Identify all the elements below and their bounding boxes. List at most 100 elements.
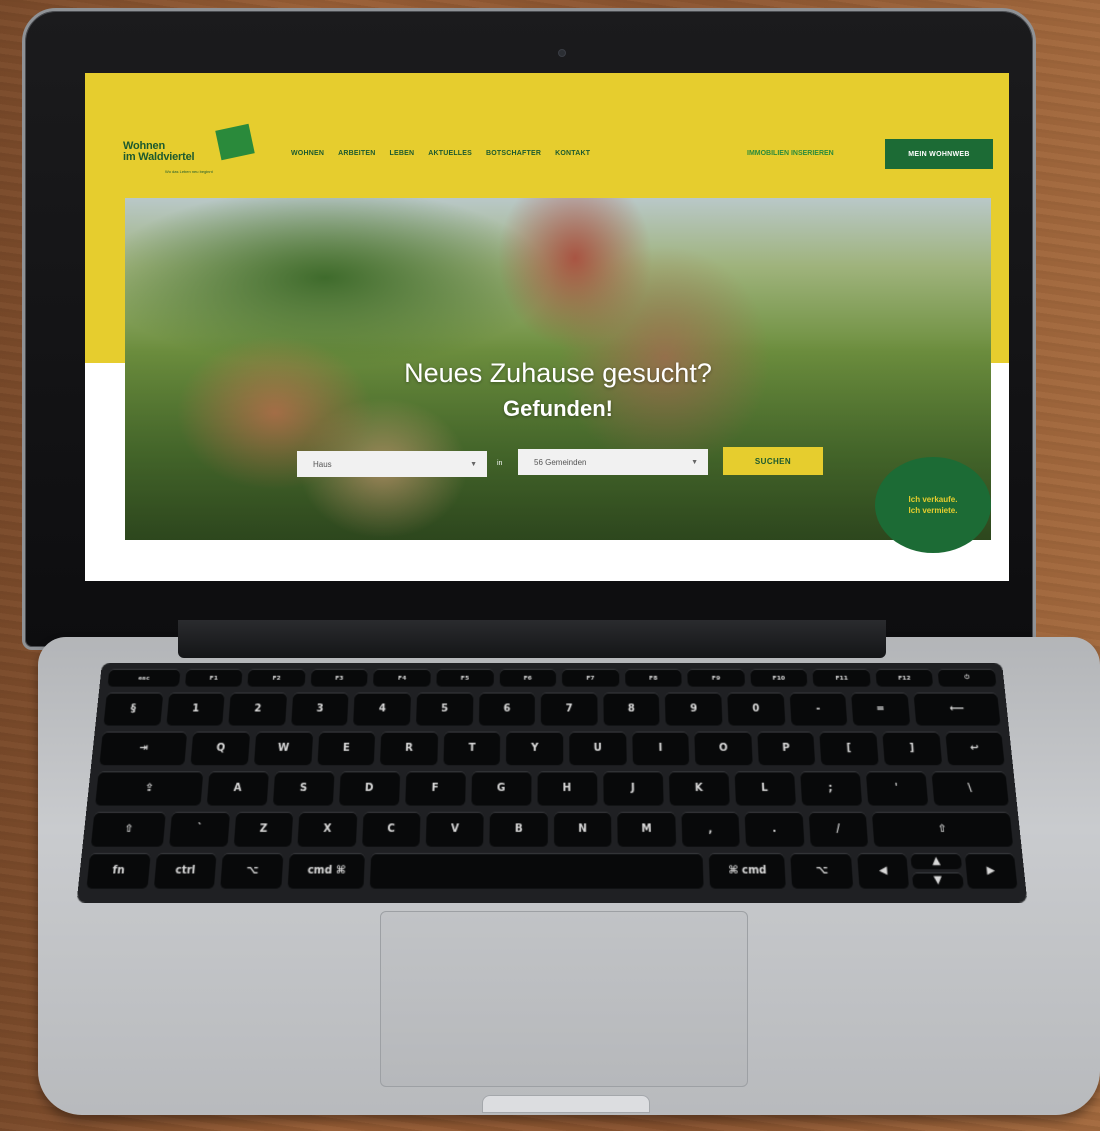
key-backtick[interactable]: ` xyxy=(169,811,230,847)
key-q[interactable]: Q xyxy=(190,731,251,766)
logo-square-icon xyxy=(215,123,255,161)
location-select[interactable]: 56 Gemeinden ▼ xyxy=(518,449,708,475)
key-k[interactable]: K xyxy=(668,771,730,806)
key-6[interactable]: 6 xyxy=(478,692,536,726)
caps-lock-icon[interactable]: ⇪ xyxy=(95,771,203,806)
property-type-select[interactable]: Haus ▼ xyxy=(297,451,487,477)
key-o[interactable]: O xyxy=(694,731,753,766)
tab-icon[interactable]: ⇥ xyxy=(99,731,188,766)
key-quote[interactable]: ' xyxy=(865,771,928,806)
power-icon[interactable]: ⏻ xyxy=(937,668,997,687)
key-f6[interactable]: F6 xyxy=(499,668,557,687)
sell-rent-button[interactable]: Ich verkaufe. Ich vermiete. xyxy=(875,457,991,553)
key-x[interactable]: X xyxy=(297,811,357,847)
key-f2[interactable]: F2 xyxy=(247,668,306,687)
key-f8[interactable]: F8 xyxy=(624,668,682,687)
key-u[interactable]: U xyxy=(569,731,627,766)
nav-item-botschafter[interactable]: BOTSCHAFTER xyxy=(486,150,541,157)
arrow-right-icon[interactable]: ▶ xyxy=(964,853,1018,889)
key-m[interactable]: M xyxy=(617,811,676,847)
shift-right-icon[interactable]: ⇧ xyxy=(871,811,1014,847)
arrow-up-down: ▲ ▼ xyxy=(910,853,964,889)
key-a[interactable]: A xyxy=(206,771,269,806)
nav-item-wohnen[interactable]: WOHNEN xyxy=(291,150,324,157)
key-esc[interactable]: esc xyxy=(107,668,181,687)
key-3[interactable]: 3 xyxy=(290,692,349,726)
key-n[interactable]: N xyxy=(553,811,612,847)
camera-icon xyxy=(558,49,566,57)
search-button[interactable]: SUCHEN xyxy=(723,447,823,475)
key-5[interactable]: 5 xyxy=(415,692,474,726)
key-space[interactable] xyxy=(369,853,704,889)
key-f3[interactable]: F3 xyxy=(310,668,369,687)
key-b[interactable]: B xyxy=(489,811,548,847)
site-logo[interactable]: Wohnen im Waldviertel Wo das Leben neu b… xyxy=(123,123,255,177)
chevron-down-icon: ▼ xyxy=(470,460,477,468)
option-left-icon[interactable]: ⌥ xyxy=(220,853,284,889)
key-c[interactable]: C xyxy=(361,811,421,847)
key-f12[interactable]: F12 xyxy=(875,668,934,687)
key-minus[interactable]: - xyxy=(789,692,848,726)
option-right-icon[interactable]: ⌥ xyxy=(790,853,854,889)
nav-item-leben[interactable]: LEBEN xyxy=(389,150,414,157)
key-f[interactable]: F xyxy=(404,771,466,806)
key-l[interactable]: L xyxy=(734,771,796,806)
key-w[interactable]: W xyxy=(253,731,313,766)
key-bracket-left[interactable]: [ xyxy=(819,731,879,766)
key-e[interactable]: E xyxy=(317,731,376,766)
key-j[interactable]: J xyxy=(602,771,664,806)
key-g[interactable]: G xyxy=(470,771,531,806)
lid-notch xyxy=(482,1095,650,1113)
key-f1[interactable]: F1 xyxy=(184,668,243,687)
arrow-down-icon[interactable]: ▼ xyxy=(912,872,964,889)
key-d[interactable]: D xyxy=(338,771,400,806)
key-9[interactable]: 9 xyxy=(665,692,723,726)
key-y[interactable]: Y xyxy=(506,731,564,766)
key-semicolon[interactable]: ; xyxy=(799,771,862,806)
arrow-up-icon[interactable]: ▲ xyxy=(910,853,962,870)
key-0[interactable]: 0 xyxy=(727,692,785,726)
logo-slogan: Wo das Leben neu beginnt xyxy=(165,169,213,174)
key-bracket-right[interactable]: ] xyxy=(882,731,942,766)
key-equals[interactable]: = xyxy=(851,692,910,726)
key-2[interactable]: 2 xyxy=(228,692,287,726)
key-8[interactable]: 8 xyxy=(603,692,660,726)
hero-subtitle: Gefunden! xyxy=(503,396,613,421)
key-slash[interactable]: / xyxy=(808,811,869,847)
key-7[interactable]: 7 xyxy=(540,692,598,726)
key-f9[interactable]: F9 xyxy=(687,668,745,687)
mein-wohnweb-button[interactable]: MEIN WOHNWEB xyxy=(885,139,993,169)
key-r[interactable]: R xyxy=(380,731,438,766)
command-right-icon[interactable]: ⌘ cmd xyxy=(709,853,787,889)
key-f4[interactable]: F4 xyxy=(373,668,431,687)
trackpad[interactable] xyxy=(380,911,748,1087)
key-f10[interactable]: F10 xyxy=(750,668,808,687)
backspace-icon[interactable]: ⟵ xyxy=(913,692,1001,726)
immobilien-inserieren-link[interactable]: IMMOBILIEN INSERIEREN xyxy=(747,150,834,157)
key-f5[interactable]: F5 xyxy=(436,668,494,687)
key-f7[interactable]: F7 xyxy=(562,668,620,687)
arrow-left-icon[interactable]: ◀ xyxy=(857,853,910,889)
nav-item-aktuelles[interactable]: AKTUELLES xyxy=(428,150,472,157)
key-fn[interactable]: fn xyxy=(86,853,151,889)
key-i[interactable]: I xyxy=(631,731,690,766)
key-z[interactable]: Z xyxy=(233,811,294,847)
key-section[interactable]: § xyxy=(103,692,163,726)
key-period[interactable]: . xyxy=(744,811,804,847)
key-comma[interactable]: , xyxy=(681,811,740,847)
key-v[interactable]: V xyxy=(425,811,485,847)
nav-item-kontakt[interactable]: KONTAKT xyxy=(555,150,590,157)
key-1[interactable]: 1 xyxy=(165,692,225,726)
key-p[interactable]: P xyxy=(756,731,816,766)
return-icon[interactable]: ↩ xyxy=(944,731,1005,766)
shift-left-icon[interactable]: ⇧ xyxy=(90,811,167,847)
key-4[interactable]: 4 xyxy=(353,692,411,726)
key-h[interactable]: H xyxy=(537,771,597,806)
key-backslash[interactable]: \ xyxy=(930,771,1009,806)
command-left-icon[interactable]: cmd ⌘ xyxy=(287,853,366,889)
key-s[interactable]: S xyxy=(272,771,335,806)
key-f11[interactable]: F11 xyxy=(812,668,871,687)
key-ctrl[interactable]: ctrl xyxy=(153,853,217,889)
key-t[interactable]: T xyxy=(443,731,501,766)
nav-item-arbeiten[interactable]: ARBEITEN xyxy=(338,150,375,157)
